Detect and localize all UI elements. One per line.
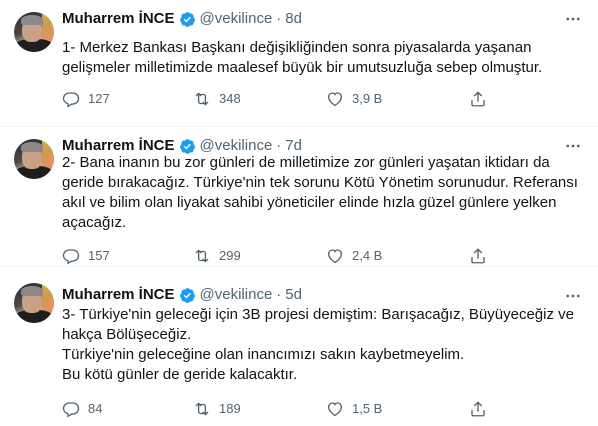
tweet-text-line: açacağız. xyxy=(62,214,127,231)
like-icon xyxy=(327,92,343,107)
reply-count: 157 xyxy=(88,248,110,263)
like-button[interactable]: 1,5 B xyxy=(326,398,382,420)
tweet[interactable]: Muharrem İNCE @vekilince · 5d 3- Türkiye… xyxy=(0,267,598,426)
avatar-hair xyxy=(21,142,43,152)
reply-count: 84 xyxy=(88,401,103,416)
tweet-header: Muharrem İNCE @vekilince · 5d xyxy=(62,285,302,305)
reply-count: 127 xyxy=(88,91,110,106)
tweet-text-line: 1- Merkez Bankası Başkanı değişikliğinde… xyxy=(62,39,532,56)
like-button[interactable]: 2,4 B xyxy=(326,245,382,267)
tweet-text-line: akıl ve bilim olan liyakat sahibi yöneti… xyxy=(62,194,557,211)
avatar-hair xyxy=(21,286,43,296)
tweet-text-line: gelişmeler milletimizde maalesef büyük b… xyxy=(62,59,543,76)
tweet-timestamp[interactable]: 8d xyxy=(285,9,302,29)
retweet-count: 348 xyxy=(219,91,241,106)
reply-button[interactable]: 157 xyxy=(62,245,110,267)
tweet-text: 2- Bana inanın bu zor günleri de milleti… xyxy=(62,153,582,233)
author-name[interactable]: Muharrem İNCE xyxy=(62,285,175,305)
separator-dot: · xyxy=(276,10,282,27)
avatar[interactable] xyxy=(14,283,54,323)
share-icon xyxy=(471,91,485,107)
author-handle[interactable]: @vekilince xyxy=(200,9,273,29)
reply-button[interactable]: 84 xyxy=(62,398,102,420)
like-count: 3,9 B xyxy=(352,91,383,106)
tweet-timestamp[interactable]: 5d xyxy=(285,285,302,305)
verified-badge-icon xyxy=(179,138,195,154)
tweet-header: Muharrem İNCE @vekilince · 8d xyxy=(62,9,302,29)
author-handle[interactable]: @vekilince xyxy=(200,285,273,305)
tweet-text-line: Türkiye'nin geleceğine olan inancımızı s… xyxy=(62,346,465,363)
tweet-text: 1- Merkez Bankası Başkanı değişikliğinde… xyxy=(62,38,582,78)
reply-button[interactable]: 127 xyxy=(62,88,110,110)
verified-badge-icon xyxy=(179,287,195,303)
reply-icon xyxy=(62,249,80,265)
tweet-text: 3- Türkiye'nin geleceği için 3B projesi … xyxy=(62,305,582,385)
tweet-actions: 127 348 3,9 B xyxy=(56,88,496,110)
share-button[interactable] xyxy=(469,245,487,267)
tweet[interactable]: Muharrem İNCE @vekilince · 8d 1- Merkez … xyxy=(0,0,598,127)
share-button[interactable] xyxy=(469,398,487,420)
author-name[interactable]: Muharrem İNCE xyxy=(62,9,175,29)
retweet-count: 189 xyxy=(219,401,241,416)
like-button[interactable]: 3,9 B xyxy=(326,88,382,110)
tweet-text-line: hakça Bölüşeceğiz. xyxy=(62,326,192,343)
retweet-button[interactable]: 299 xyxy=(193,245,241,267)
tweet-text-line: geride bırakacağız. Türkiye'nin tek soru… xyxy=(62,174,578,191)
tweet[interactable]: Muharrem İNCE @vekilince · 7d 2- Bana in… xyxy=(0,127,598,267)
tweet-text-line: 2- Bana inanın bu zor günleri de milleti… xyxy=(62,154,550,171)
like-count: 1,5 B xyxy=(352,401,383,416)
share-button[interactable] xyxy=(469,88,487,110)
more-icon[interactable] xyxy=(562,285,584,307)
share-icon xyxy=(471,248,485,264)
more-icon[interactable] xyxy=(562,8,584,30)
like-icon xyxy=(327,249,343,264)
tweet-actions: 84 189 1,5 B xyxy=(56,398,496,420)
reply-icon xyxy=(62,402,80,418)
retweet-icon xyxy=(195,402,209,416)
retweet-button[interactable]: 348 xyxy=(193,88,241,110)
retweet-icon xyxy=(195,92,209,106)
reply-icon xyxy=(62,92,80,108)
tweet-text-line: Bu kötü günler de geride kalacaktır. xyxy=(62,366,298,383)
like-count: 2,4 B xyxy=(352,248,383,263)
avatar[interactable] xyxy=(14,139,54,179)
tweet-text-line: 3- Türkiye'nin geleceği için 3B projesi … xyxy=(62,306,574,323)
like-icon xyxy=(327,402,343,417)
retweet-icon xyxy=(195,249,209,263)
share-icon xyxy=(471,401,485,417)
avatar-hair xyxy=(21,15,43,25)
tweet-actions: 157 299 2,4 B xyxy=(56,245,496,267)
retweet-count: 299 xyxy=(219,248,241,263)
verified-badge-icon xyxy=(179,11,195,27)
avatar[interactable] xyxy=(14,12,54,52)
separator-dot: · xyxy=(276,286,282,303)
retweet-button[interactable]: 189 xyxy=(193,398,241,420)
